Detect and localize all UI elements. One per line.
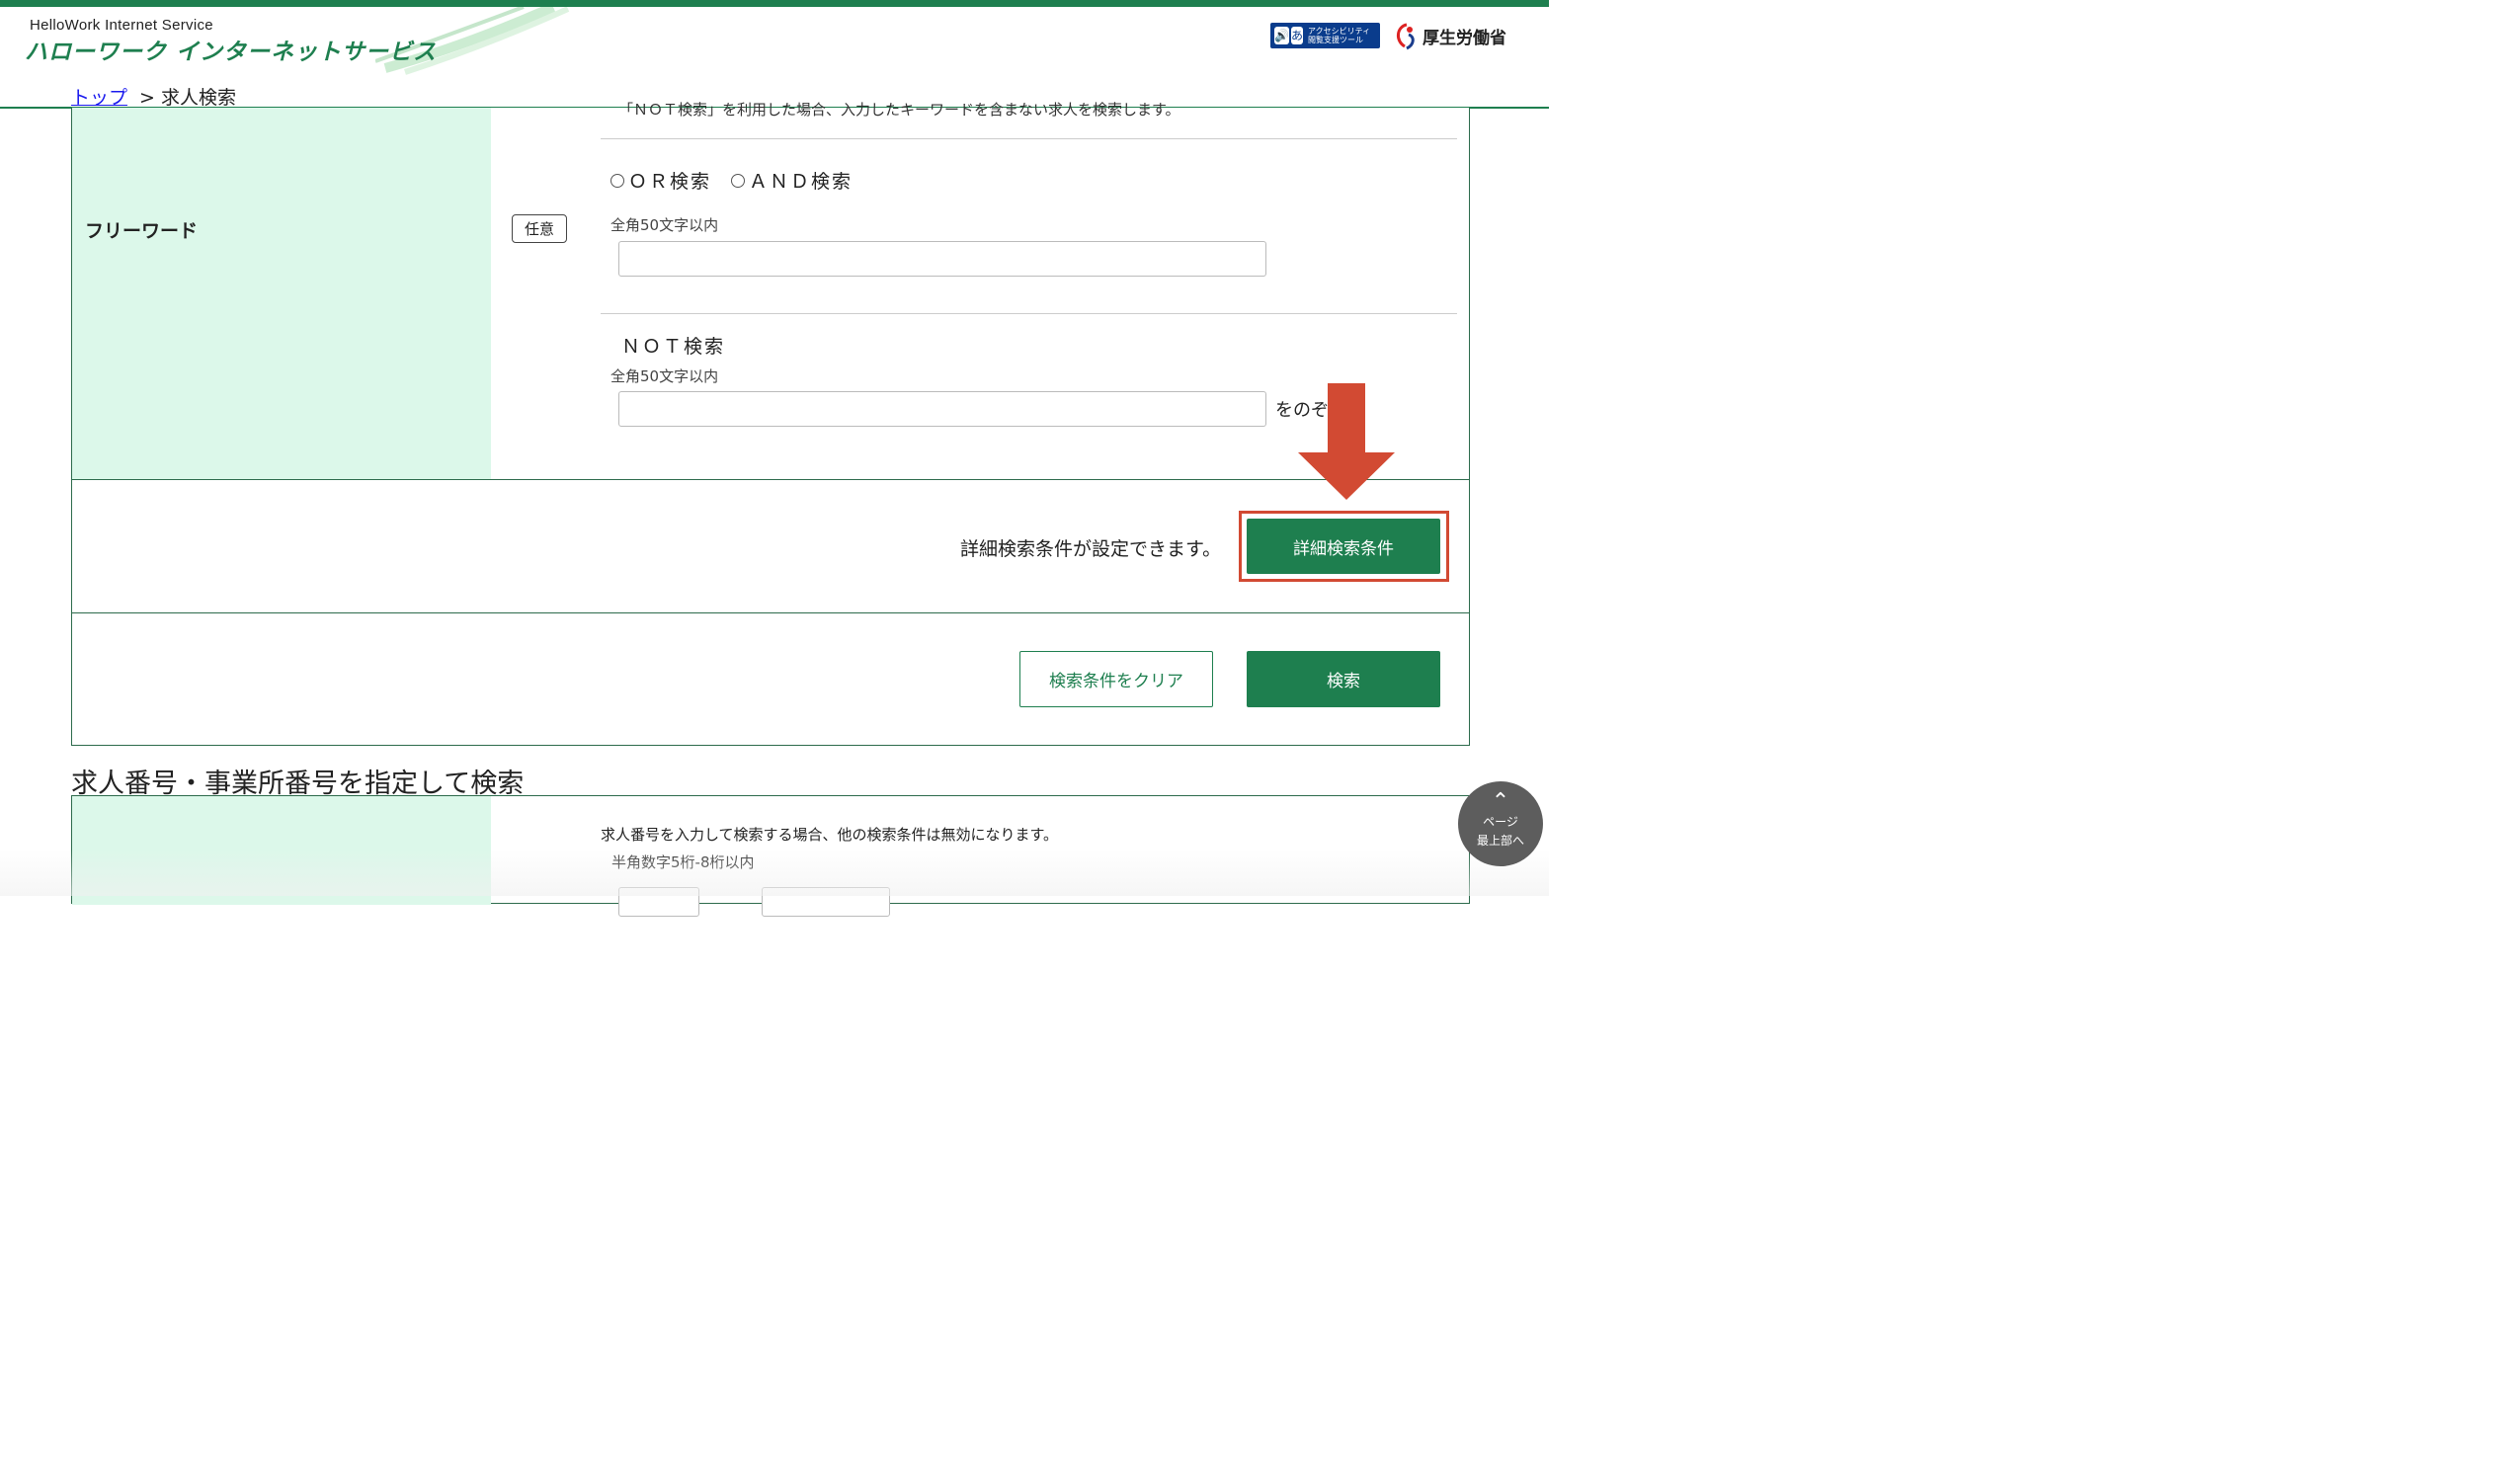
detail-conditions-text: 詳細検索条件が設定できます。 (960, 538, 1222, 560)
clear-conditions-button[interactable]: 検索条件をクリア (1019, 651, 1213, 707)
freeword-label-cell: フリーワード (72, 108, 491, 479)
speaker-icon: 🔊 (1274, 27, 1289, 44)
breadcrumb-separator: > (139, 87, 155, 109)
hiragana-icon: あ (1290, 27, 1303, 44)
not-search-hint: 全角50文字以内 (610, 367, 719, 385)
search-mode-radio-group: ＯＲ検索 ＡＮＤ検索 (610, 167, 872, 194)
ministry-emblem-icon (1397, 23, 1415, 50)
not-search-note: 「ＮＯＴ検索」を利用した場合、入力したキーワードを含まない求人を検索します。 (618, 101, 1180, 119)
job-number-hint: 半角数字5桁-8桁以内 (611, 853, 755, 871)
breadcrumb-current: 求人検索 (160, 87, 236, 109)
ministry-logo-link[interactable]: 厚生労働省 (1393, 19, 1506, 52)
not-search-input[interactable] (618, 391, 1266, 427)
brand-japanese-logo[interactable]: ハローワーク インターネットサービス (25, 33, 437, 66)
job-number-suffix-input[interactable] (762, 887, 890, 917)
row-divider (72, 612, 1469, 613)
divider (601, 138, 1457, 139)
radio-or-search[interactable]: ＯＲ検索 (610, 167, 711, 194)
page-top-label-1: ページ (1483, 815, 1518, 829)
job-number-label-cell (72, 796, 491, 905)
radio-and-search[interactable]: ＡＮＤ検索 (731, 167, 853, 194)
not-search-title: ＮＯＴ検索 (621, 336, 726, 358)
freeword-label: フリーワード (85, 220, 199, 242)
page-top-button[interactable]: ⌃ ページ 最上部へ (1458, 781, 1543, 866)
job-number-prefix-input[interactable] (618, 887, 699, 917)
radio-and-label: ＡＮＤ検索 (749, 171, 854, 193)
site-header: HelloWork Internet Service ハローワーク インターネッ… (0, 7, 1549, 109)
red-down-arrow-annotation (1298, 383, 1395, 500)
accessibility-label: アクセシビリティ閲覧支援ツール (1307, 27, 1371, 44)
radio-and-circle[interactable] (731, 173, 746, 188)
breadcrumb-home-link[interactable]: トップ (71, 87, 127, 109)
radio-or-circle[interactable] (610, 173, 624, 188)
freeword-input[interactable] (618, 241, 1266, 277)
radio-or-label: ＯＲ検索 (628, 171, 712, 193)
job-number-search-panel: 求人番号を入力して検索する場合、他の検索条件は無効になります。 半角数字5桁-8… (71, 795, 1470, 917)
highlight-box (1239, 511, 1449, 582)
divider (601, 313, 1457, 314)
row-divider (72, 479, 1469, 480)
brand-english[interactable]: HelloWork Internet Service (30, 17, 213, 34)
breadcrumb: トップ > 求人検索 (71, 83, 236, 110)
top-accent-bar (0, 0, 1549, 7)
page-top-label-2: 最上部へ (1476, 834, 1524, 848)
freeword-hint: 全角50文字以内 (610, 216, 719, 234)
search-button[interactable]: 検索 (1247, 651, 1440, 707)
optional-badge: 任意 (512, 214, 567, 243)
chevron-up-icon: ⌃ (1491, 789, 1510, 814)
search-conditions-panel: フリーワード 任意 「ＮＯＴ検索」を利用した場合、入力したキーワードを含まない求… (71, 101, 1470, 746)
accessibility-tool-button[interactable]: 🔊 あ アクセシビリティ閲覧支援ツール (1270, 23, 1380, 48)
ministry-name: 厚生労働省 (1423, 28, 1506, 48)
job-number-note: 求人番号を入力して検索する場合、他の検索条件は無効になります。 (601, 826, 1059, 844)
